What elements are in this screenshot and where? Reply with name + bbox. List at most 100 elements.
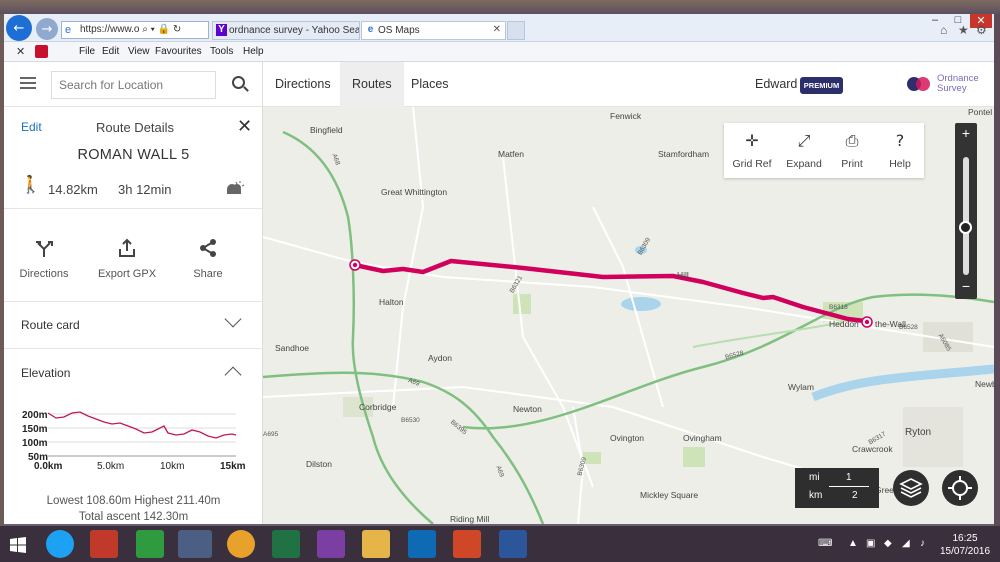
menu-file[interactable]: File xyxy=(79,46,95,57)
crosshair-locate-icon xyxy=(948,476,972,500)
search-icon[interactable] xyxy=(232,76,245,89)
print-label: Print xyxy=(841,158,863,170)
search-dropdown-icon[interactable]: ⌕ ▾ 🔒 ↻ xyxy=(142,24,181,35)
close-tab-icon[interactable]: ✕ xyxy=(493,24,501,35)
weather-cloud-icon[interactable] xyxy=(223,179,245,197)
love-film-app-icon[interactable] xyxy=(90,530,118,558)
elev-x-label: 15km xyxy=(220,461,246,472)
favorites-star-icon[interactable]: ★ xyxy=(958,23,969,37)
place-label: Bingfield xyxy=(310,125,343,135)
elevation-label[interactable]: Elevation xyxy=(21,366,70,380)
tab-places[interactable]: Places xyxy=(399,62,461,107)
place-label: Hill xyxy=(677,270,689,280)
wifi-icon[interactable]: ◢ xyxy=(902,538,910,549)
ordnance-survey-logo[interactable] xyxy=(907,74,931,94)
route-card-label[interactable]: Route card xyxy=(21,318,80,332)
route-duration: 3h 12min xyxy=(118,182,172,197)
place-label: Stamfordham xyxy=(658,149,710,159)
menu-view[interactable]: View xyxy=(128,46,150,57)
top-navigation: Directions Routes Places Edward PREMIUM … xyxy=(263,62,994,107)
tab-yahoo[interactable]: Y ordnance survey - Yahoo Searc... xyxy=(212,21,360,40)
onenote-app-icon[interactable] xyxy=(317,530,345,558)
menu-help[interactable]: Help xyxy=(243,46,264,57)
export-icon xyxy=(119,238,135,257)
scale-mi-value: 1 xyxy=(846,472,852,483)
menu-tools[interactable]: Tools xyxy=(210,46,233,57)
menu-bar: ✕ File Edit View Favourites Tools Help xyxy=(4,42,994,62)
search-input[interactable]: Search for Location xyxy=(51,71,216,99)
place-label: Crawcrook xyxy=(852,444,893,454)
network-icon[interactable]: ▣ xyxy=(866,538,875,549)
directions-action-label: Directions xyxy=(19,268,69,280)
store-app-icon[interactable] xyxy=(136,530,164,558)
zoom-in-button[interactable]: + xyxy=(955,125,977,141)
help-icon: ? xyxy=(895,131,905,150)
zoom-out-button[interactable]: − xyxy=(955,278,977,294)
scale-km-label: km xyxy=(809,490,823,501)
shield-icon[interactable]: ◆ xyxy=(884,538,892,549)
tray-chevron-icon[interactable]: ▲ xyxy=(848,538,858,549)
settings-gear-icon[interactable]: ⚙ xyxy=(976,23,987,37)
road-label: B6530 xyxy=(401,417,420,424)
place-label: Aydon xyxy=(428,353,452,363)
chevron-down-icon[interactable] xyxy=(224,310,242,328)
user-name[interactable]: Edward xyxy=(755,77,797,91)
keyboard-icon[interactable]: ⌨ xyxy=(818,538,832,549)
divider xyxy=(4,106,262,107)
directions-icon xyxy=(36,241,53,257)
locate-me-button[interactable] xyxy=(942,470,978,506)
road-label: B6528 xyxy=(899,324,918,331)
os-maps-app: Search for Location Edit Route Details ✕… xyxy=(4,62,994,524)
word-app-icon[interactable] xyxy=(499,530,527,558)
close-icon[interactable]: ✕ xyxy=(16,45,25,58)
excel-app-icon[interactable] xyxy=(272,530,300,558)
new-tab-button[interactable] xyxy=(507,21,525,40)
scale-line xyxy=(829,486,869,487)
desktop-right-strip xyxy=(994,14,1000,526)
menu-hamburger-icon[interactable] xyxy=(20,77,36,89)
app-icon-1[interactable] xyxy=(46,530,74,558)
address-bar[interactable]: e https://www.o ⌕ ▾ 🔒 ↻ xyxy=(61,21,209,39)
place-label: Ovingham xyxy=(683,433,722,443)
elevation-total-ascent: Total ascent 142.30m xyxy=(78,511,189,523)
place-label: Matfen xyxy=(498,149,524,159)
tab-routes[interactable]: Routes xyxy=(340,62,404,107)
taskbar-clock[interactable]: 16:25 15/07/2016 xyxy=(940,532,990,558)
zoom-slider-track[interactable] xyxy=(963,157,969,275)
favicon-icon xyxy=(35,45,48,58)
zoom-slider-handle[interactable] xyxy=(959,221,972,234)
menu-edit[interactable]: Edit xyxy=(102,46,119,57)
place-label: Heddon xyxy=(829,319,859,329)
back-button[interactable]: ← xyxy=(6,15,32,41)
internet-explorer-app-icon[interactable] xyxy=(178,530,212,558)
file-explorer-app-icon[interactable] xyxy=(362,530,390,558)
expand-tool[interactable]: ⤢ Expand xyxy=(779,123,829,178)
powerpoint-app-icon[interactable] xyxy=(453,530,481,558)
browser-titlebar: ← → e https://www.o ⌕ ▾ 🔒 ↻ Y ordnance s… xyxy=(4,14,994,42)
home-icon[interactable]: ⌂ xyxy=(940,23,947,37)
tab-directions[interactable]: Directions xyxy=(263,62,343,107)
elev-x-label: 5.0km xyxy=(97,461,125,472)
elev-x-label: 10km xyxy=(160,461,185,472)
print-tool[interactable]: ⎙ Print xyxy=(827,123,877,178)
menu-favourites[interactable]: Favourites xyxy=(155,46,202,57)
route-sidebar: Search for Location Edit Route Details ✕… xyxy=(4,62,263,524)
outlook-app-icon[interactable] xyxy=(408,530,436,558)
help-tool[interactable]: ? Help xyxy=(875,123,925,178)
print-icon: ⎙ xyxy=(845,131,859,150)
grid-ref-tool[interactable]: ✛ Grid Ref xyxy=(727,123,777,178)
chrome-app-icon[interactable] xyxy=(227,530,255,558)
windows-start-icon[interactable] xyxy=(10,537,26,553)
edit-link[interactable]: Edit xyxy=(21,120,42,134)
forward-button[interactable]: → xyxy=(36,18,58,40)
close-icon[interactable]: ✕ xyxy=(237,116,252,137)
divider xyxy=(4,348,262,349)
elevation-lowest-highest: Lowest 108.60m Highest 211.40m xyxy=(46,495,221,507)
place-label: Riding Mill xyxy=(450,514,490,524)
volume-icon[interactable]: ♪ xyxy=(920,538,925,549)
tab-os-maps[interactable]: e OS Maps ✕ xyxy=(361,21,506,40)
clock-date: 15/07/2016 xyxy=(940,546,991,557)
layers-button[interactable] xyxy=(893,470,929,506)
chevron-up-icon[interactable] xyxy=(224,366,242,384)
map-canvas[interactable]: Fenwick Pontel Bingfield Matfen Stamford… xyxy=(263,107,994,524)
